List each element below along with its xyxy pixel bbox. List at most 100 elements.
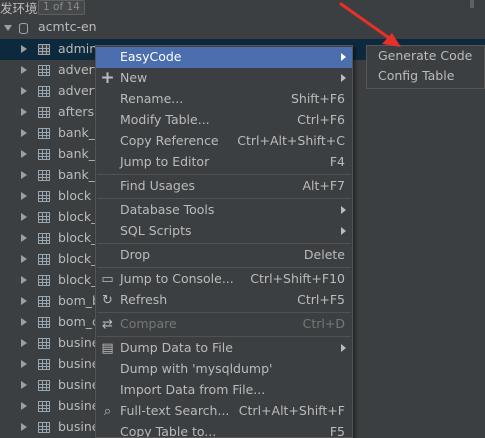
- table-icon: [38, 149, 50, 160]
- menu-item-new[interactable]: + New: [96, 68, 352, 89]
- menu-item-label: Generate Code: [378, 48, 473, 63]
- table-name: busine: [58, 398, 100, 413]
- table-name: busine: [58, 335, 100, 350]
- menu-item-label: Dump with 'mysqldump': [120, 361, 273, 376]
- menu-item-dump-data-to-file[interactable]: ▤ Dump Data to File: [96, 338, 352, 359]
- menu-item-label: Compare: [120, 316, 177, 331]
- menu-item-full-text-search[interactable]: ⌕ Full-text Search... Ctrl+Alt+Shift+F: [96, 401, 352, 422]
- table-name: block: [58, 188, 92, 203]
- table-icon: [38, 380, 50, 391]
- expand-arrow-icon[interactable]: [21, 276, 27, 284]
- menu-separator: [97, 243, 351, 244]
- expand-arrow-icon[interactable]: [21, 423, 27, 431]
- expand-arrow-icon[interactable]: [21, 171, 27, 179]
- table-icon: [38, 65, 50, 76]
- expand-arrow-icon[interactable]: [21, 360, 27, 368]
- menu-separator: [97, 312, 351, 313]
- menu-item-easycode[interactable]: EasyCode: [96, 47, 352, 68]
- menu-item-shortcut: F4: [329, 154, 345, 169]
- expand-arrow-icon[interactable]: [21, 402, 27, 410]
- menu-item-shortcut: Ctrl+Alt+Shift+F: [238, 403, 345, 418]
- menu-item-modify-table[interactable]: Modify Table... Ctrl+F6: [96, 110, 352, 131]
- schema-label: acmtc-en: [38, 19, 97, 34]
- expand-arrow-icon[interactable]: [21, 213, 27, 221]
- menu-item-find-usages[interactable]: Find Usages Alt+F7: [96, 176, 352, 197]
- menu-item-compare[interactable]: ⇄ Compare Ctrl+D: [96, 314, 352, 335]
- tree-schema-row[interactable]: acmtc-en: [0, 18, 485, 39]
- table-icon: [38, 296, 50, 307]
- menu-item-label: Refresh: [120, 292, 168, 307]
- schema-icon: [19, 23, 28, 34]
- menu-item-shortcut: Ctrl+F6: [297, 112, 345, 127]
- menu-item-shortcut: Ctrl+Shift+F10: [250, 271, 345, 286]
- menu-separator: [97, 267, 351, 268]
- expand-arrow-icon[interactable]: [21, 45, 27, 53]
- menu-item-sql-scripts[interactable]: SQL Scripts: [96, 221, 352, 242]
- table-name: busine: [58, 377, 100, 392]
- menu-item-drop[interactable]: Drop Delete: [96, 245, 352, 266]
- expand-arrow-icon[interactable]: [21, 297, 27, 305]
- context-menu: EasyCode + New Rename... Shift+F6 Modify Tabl…: [95, 45, 353, 438]
- table-icon: [38, 212, 50, 223]
- menu-item-jump-to-console[interactable]: ▭ Jump to Console... Ctrl+Shift+F10: [96, 269, 352, 290]
- menu-item-label: Full-text Search...: [120, 403, 230, 418]
- menu-item-shortcut: Ctrl+F5: [297, 292, 345, 307]
- menu-item-label: Copy Table to...: [120, 424, 217, 438]
- expand-arrow-icon[interactable]: [21, 339, 27, 347]
- table-icon: [38, 422, 50, 433]
- table-name: block_: [58, 209, 98, 224]
- plus-icon: +: [100, 68, 115, 88]
- header-bar: 发环境 1 of 14: [0, 0, 485, 16]
- menu-item-refresh[interactable]: ↻ Refresh Ctrl+F5: [96, 290, 352, 311]
- table-icon: [38, 317, 50, 328]
- menu-item-label: Jump to Editor: [120, 154, 210, 169]
- expand-arrow-icon[interactable]: [21, 129, 27, 137]
- table-name: busine: [58, 419, 100, 434]
- expand-arrow-icon[interactable]: [21, 234, 27, 242]
- menu-item-label: Config Table: [378, 68, 455, 83]
- expand-arrow-icon[interactable]: [21, 87, 27, 95]
- search-match-count: 1 of 14: [38, 0, 85, 15]
- menu-item-import-data-from-file[interactable]: Import Data from File...: [96, 380, 352, 401]
- expand-arrow-icon[interactable]: [21, 108, 27, 116]
- expand-arrow-icon[interactable]: [21, 66, 27, 74]
- table-name: bom_c: [58, 314, 99, 329]
- expand-arrow-icon[interactable]: [21, 192, 27, 200]
- menu-item-rename[interactable]: Rename... Shift+F6: [96, 89, 352, 110]
- table-name: block_: [58, 251, 98, 266]
- menu-separator: [97, 198, 351, 199]
- menu-item-jump-to-editor[interactable]: Jump to Editor F4: [96, 152, 352, 173]
- search-icon: ⌕: [103, 404, 112, 419]
- menu-item-label: SQL Scripts: [120, 223, 192, 238]
- menu-item-generate-code[interactable]: Generate Code: [367, 46, 484, 67]
- table-icon: [38, 44, 50, 55]
- menu-item-copy-table-to[interactable]: Copy Table to... F5: [96, 422, 352, 438]
- expand-arrow-icon[interactable]: [21, 318, 27, 326]
- menu-item-label: Modify Table...: [120, 112, 210, 127]
- menu-item-shortcut: Alt+F7: [302, 178, 345, 193]
- menu-item-database-tools[interactable]: Database Tools: [96, 200, 352, 221]
- expand-arrow-icon[interactable]: [21, 255, 27, 263]
- table-icon: [38, 254, 50, 265]
- menu-item-shortcut: Ctrl+D: [302, 316, 345, 331]
- menu-item-label: EasyCode: [120, 49, 182, 64]
- menu-item-copy-reference[interactable]: Copy Reference Ctrl+Alt+Shift+C: [96, 131, 352, 152]
- expand-arrow-icon[interactable]: [4, 25, 12, 31]
- table-icon: [38, 107, 50, 118]
- submenu-arrow-icon: [341, 74, 346, 82]
- table-icon: [38, 233, 50, 244]
- menu-item-dump-with-mysqldump[interactable]: Dump with 'mysqldump': [96, 359, 352, 380]
- menu-item-config-table[interactable]: Config Table: [367, 66, 484, 87]
- table-icon: [38, 401, 50, 412]
- compare-icon: ⇄: [102, 317, 113, 332]
- expand-arrow-icon[interactable]: [21, 381, 27, 389]
- table-name: block_: [58, 272, 98, 287]
- expand-arrow-icon[interactable]: [21, 150, 27, 158]
- table-icon: [38, 338, 50, 349]
- table-icon: [38, 86, 50, 97]
- table-icon: [38, 191, 50, 202]
- table-name: block_: [58, 230, 98, 245]
- menu-item-label: Database Tools: [120, 202, 215, 217]
- scrollbar-thumb[interactable]: [470, 0, 474, 8]
- table-icon: [38, 128, 50, 139]
